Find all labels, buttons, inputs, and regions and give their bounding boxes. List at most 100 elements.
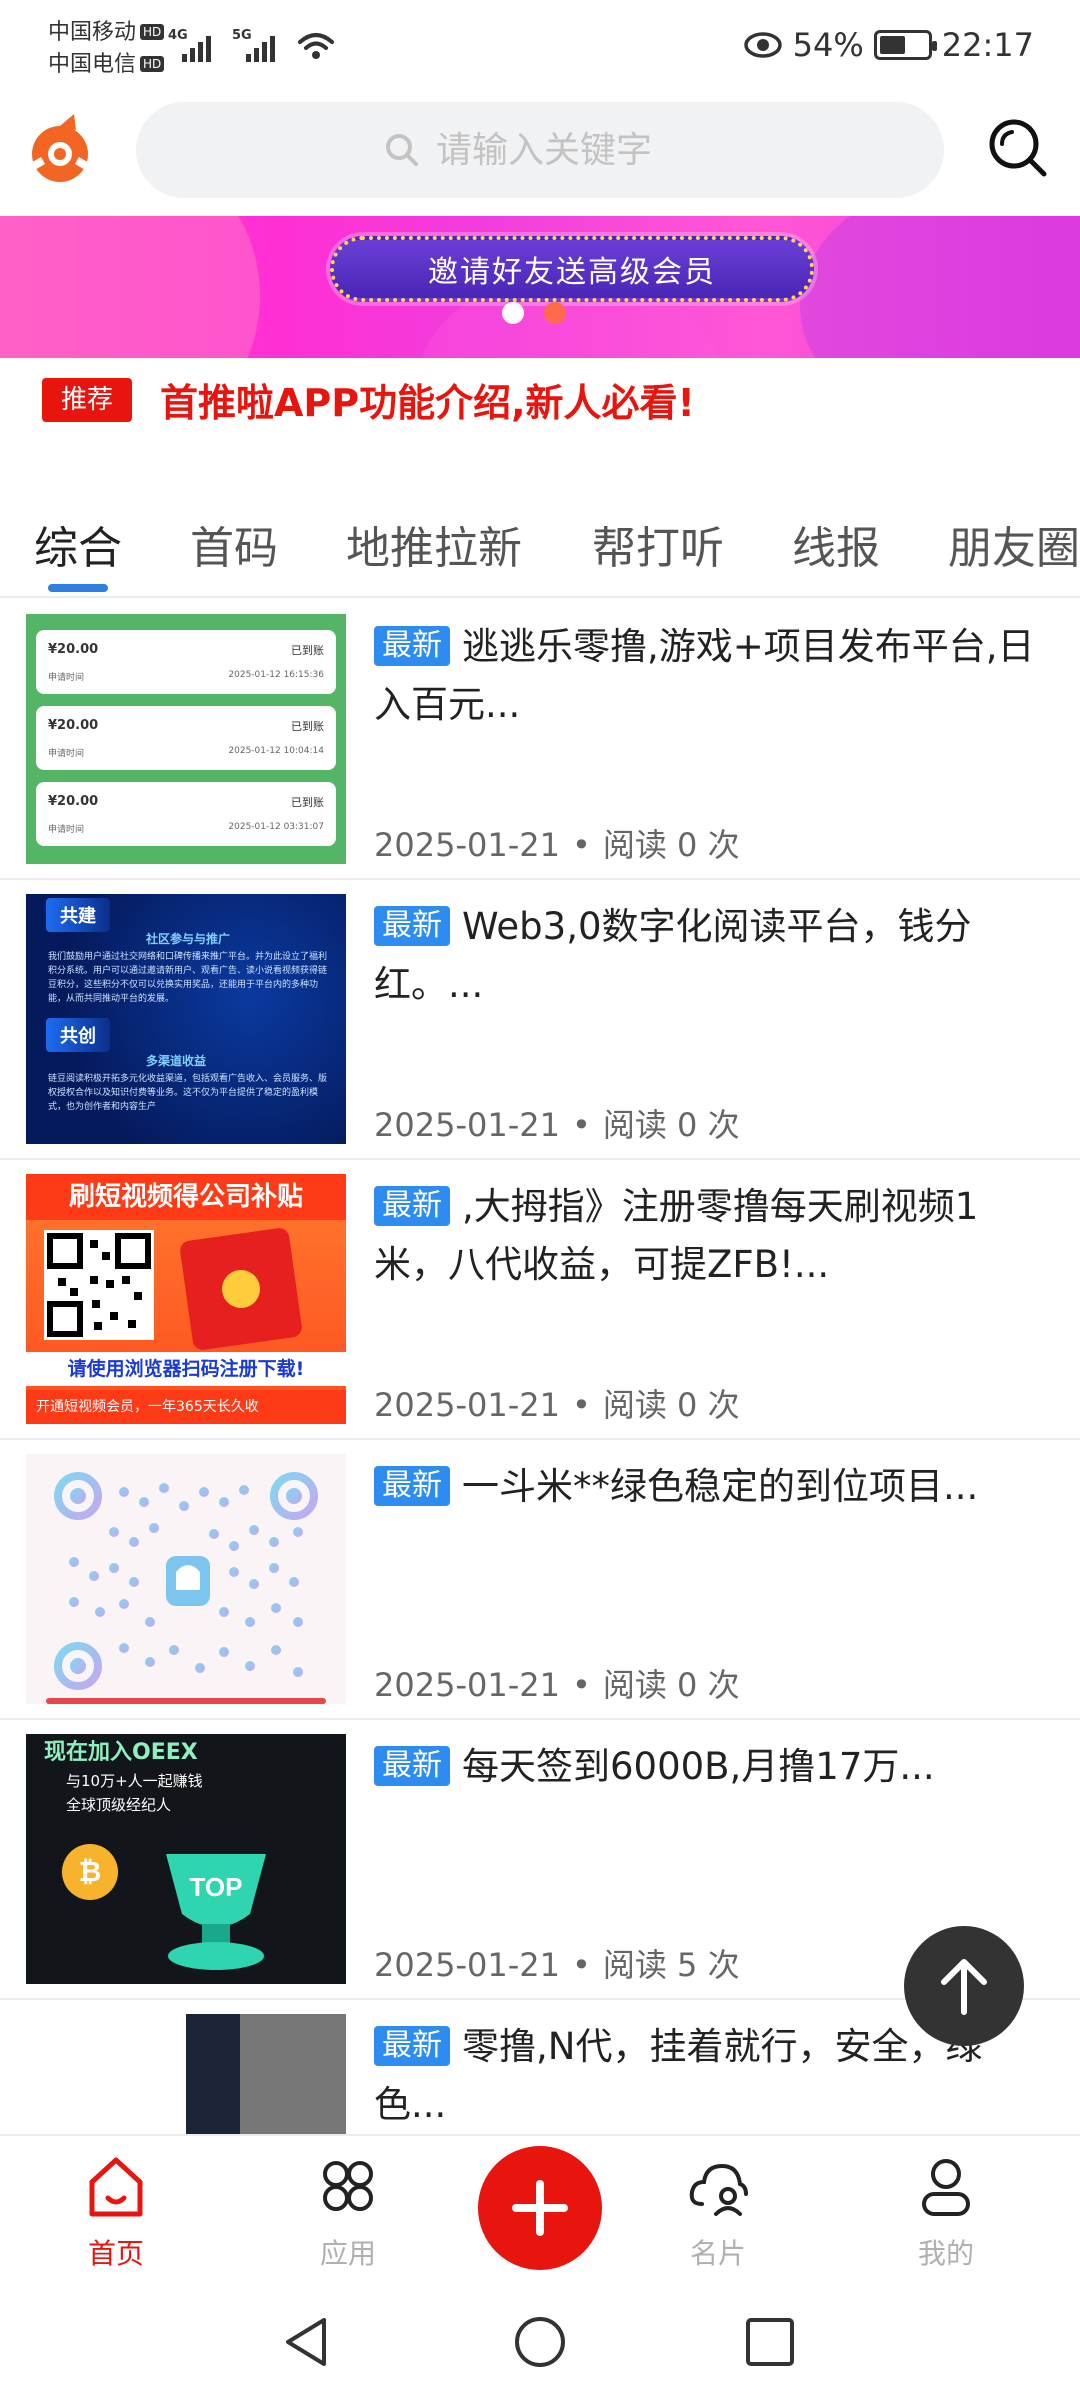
battery-icon [873, 30, 937, 60]
arrow-up-icon [941, 1959, 987, 2015]
app-logo-icon[interactable] [22, 110, 98, 190]
list-item[interactable]: 最新 一斗米**绿色稳定的到位项目... 2025-01-21 • 阅读 0 次 [0, 1440, 1080, 1720]
home-icon [89, 2157, 143, 2217]
article-meta: 2025-01-21 • 阅读 5 次 [374, 1946, 740, 1984]
recommend-tag: 推荐 [42, 378, 132, 422]
nav-card-label: 名片 [689, 2237, 746, 2270]
nav-mine[interactable]: 我的 [866, 2136, 1026, 2286]
article-thumbnail: 共建 社区参与与推广 我们鼓励用户通过社交网络和口碑传播来推广平台。并为此设立了… [26, 894, 346, 1144]
article-title-text: 逃逃乐零撸,游戏+项目发布平台,日入百元... [374, 625, 1035, 726]
payout-card: ¥20.00 已到账 申请时间 2025-01-12 16:15:36 [36, 630, 336, 694]
home-circle-icon[interactable] [512, 2314, 568, 2370]
tab-bang-dating[interactable]: 帮打听 [592, 512, 724, 576]
nav-mine-label: 我的 [917, 2237, 974, 2270]
user-icon [922, 2159, 970, 2216]
apps-icon [323, 2161, 373, 2211]
svg-text:TOP: TOP [190, 1872, 243, 1902]
tab-indicator [48, 584, 108, 592]
new-badge: 最新 [374, 906, 450, 946]
list-item[interactable]: ¥20.00 已到账 申请时间 2025-01-12 16:15:36 ¥20.00… [0, 600, 1080, 880]
search-icon [386, 134, 418, 166]
list-item[interactable]: 共建 社区参与与推广 我们鼓励用户通过社交网络和口碑传播来推广平台。并为此设立了… [0, 880, 1080, 1160]
article-title[interactable]: 最新 每天签到6000B,月撸17万... [374, 1738, 1044, 1796]
battery-percent: 54% [792, 26, 864, 64]
status-right: 54% 22:17 [743, 26, 1034, 64]
new-badge: 最新 [374, 2026, 450, 2066]
article-title[interactable]: 最新 Web3,0数字化阅读平台，钱分红。... [374, 898, 1044, 1014]
nav-card[interactable]: 名片 [638, 2136, 798, 2286]
article-meta: 2025-01-21 • 阅读 0 次 [374, 1106, 740, 1144]
recommend-text: 首推啦APP功能介绍,新人必看! [160, 381, 695, 425]
tab-xianbao[interactable]: 线报 [792, 512, 880, 576]
new-badge: 最新 [374, 1186, 450, 1226]
recent-square-icon[interactable] [742, 2314, 798, 2370]
new-badge: 最新 [374, 1466, 450, 1506]
tab-shouma[interactable]: 首码 [190, 512, 278, 576]
publish-plus-button[interactable] [478, 2146, 602, 2270]
article-title-text: 零撸,N代，挂着就行，安全，绿色... [374, 2025, 983, 2126]
article-meta: 2025-01-21 • 阅读 0 次 [374, 1666, 740, 1704]
article-title[interactable]: 最新 逃逃乐零撸,游戏+项目发布平台,日入百元... [374, 618, 1044, 734]
signal-5g-icon: 5G [232, 28, 282, 64]
nav-apps[interactable]: 应用 [268, 2136, 428, 2286]
article-thumbnail: 现在加入OEEX 与10万+人一起赚钱 全球顶级经纪人 ₿ TOP [26, 1734, 346, 1984]
banner-text: 邀请好友送高级会员 [428, 255, 716, 290]
article-meta: 2025-01-21 • 阅读 0 次 [374, 1386, 740, 1424]
article-thumbnail: 刷短视频得公司补贴 请使用浏览器扫码注册下载! 开通短视频会员，一年365天长久… [26, 1174, 346, 1424]
carrier-2: 中国电信 HD [48, 50, 165, 80]
carrier-1: 中国移动 HD [48, 18, 165, 48]
hd-badge: HD [140, 56, 165, 72]
article-title-text: 一斗米**绿色稳定的到位项目... [462, 1465, 979, 1508]
carrier-1-label: 中国移动 [48, 20, 137, 45]
card-cloud-icon [689, 2163, 748, 2216]
signal-4g-icon: 4G [168, 28, 218, 64]
article-meta: 2025-01-21 • 阅读 0 次 [374, 826, 740, 864]
back-triangle-icon[interactable] [280, 2314, 336, 2370]
banner-pagination [502, 302, 566, 324]
red-envelope-icon [178, 1226, 304, 1352]
nav-home-label: 首页 [87, 2237, 144, 2270]
article-title[interactable]: 最新 ,大拇指》注册零撸每天刷视频1米，八代收益，可提ZFB!... [374, 1178, 1044, 1294]
search-button-icon[interactable] [986, 116, 1050, 180]
eye-icon [743, 32, 782, 58]
bottom-nav: 首页 应用 名片 我的 [0, 2134, 1080, 2284]
search-input[interactable] [436, 129, 696, 171]
article-thumbnail [26, 2014, 346, 2134]
back-to-top-button[interactable] [904, 1926, 1024, 2046]
tab-zonghe[interactable]: 综合 [34, 512, 122, 576]
signal-5g-label: 5G [232, 28, 252, 43]
system-nav-bar [0, 2284, 1080, 2400]
article-title[interactable]: 最新 一斗米**绿色稳定的到位项目... [374, 1458, 1044, 1516]
wifi-icon [298, 33, 334, 59]
tab-pengyouquan[interactable]: 朋友圈 [948, 512, 1080, 576]
article-title-text: Web3,0数字化阅读平台，钱分红。... [374, 905, 972, 1006]
tab-ditui-laxin[interactable]: 地推拉新 [346, 512, 522, 576]
article-thumbnail [26, 1454, 346, 1704]
qr-code-icon [44, 1230, 154, 1340]
article-title-text: ,大拇指》注册零撸每天刷视频1米，八代收益，可提ZFB!... [374, 1185, 979, 1286]
clock: 22:17 [941, 26, 1034, 64]
carrier-2-label: 中国电信 [48, 52, 137, 77]
article-list: ¥20.00 已到账 申请时间 2025-01-12 16:15:36 ¥20.00… [0, 600, 1080, 2134]
article-thumbnail: ¥20.00 已到账 申请时间 2025-01-12 16:15:36 ¥20.00… [26, 614, 346, 864]
category-tabs: 综合 首码 地推拉新 帮打听 线报 朋友圈 [0, 488, 1080, 598]
promo-banner[interactable]: 邀请好友送高级会员 [0, 216, 1080, 358]
signal-group: 4G 5G [168, 28, 336, 64]
search-bar[interactable] [136, 102, 944, 198]
nav-home[interactable]: 首页 [36, 2136, 196, 2286]
bitcoin-icon: ₿ [62, 1844, 118, 1900]
signal-4g-label: 4G [168, 28, 188, 43]
trophy-icon: TOP [166, 1854, 266, 1970]
banner-dot-2[interactable] [544, 302, 566, 324]
hd-badge: HD [140, 24, 165, 40]
banner-pill: 邀请好友送高级会员 [330, 236, 814, 302]
new-badge: 最新 [374, 626, 450, 666]
banner-dot-1[interactable] [502, 302, 524, 324]
status-bar: 中国移动 HD 中国电信 HD 4G 5G 54% 22:17 [0, 0, 1080, 96]
recommend-notice[interactable]: 推荐 首推啦APP功能介绍,新人必看! [0, 358, 1080, 458]
new-badge: 最新 [374, 1746, 450, 1786]
nav-apps-label: 应用 [319, 2237, 376, 2270]
payout-card: ¥20.00 已到账 申请时间 2025-01-12 03:31:07 [36, 782, 336, 846]
list-item[interactable]: 刷短视频得公司补贴 请使用浏览器扫码注册下载! 开通短视频会员，一年365天长久… [0, 1160, 1080, 1440]
header [0, 96, 1080, 216]
